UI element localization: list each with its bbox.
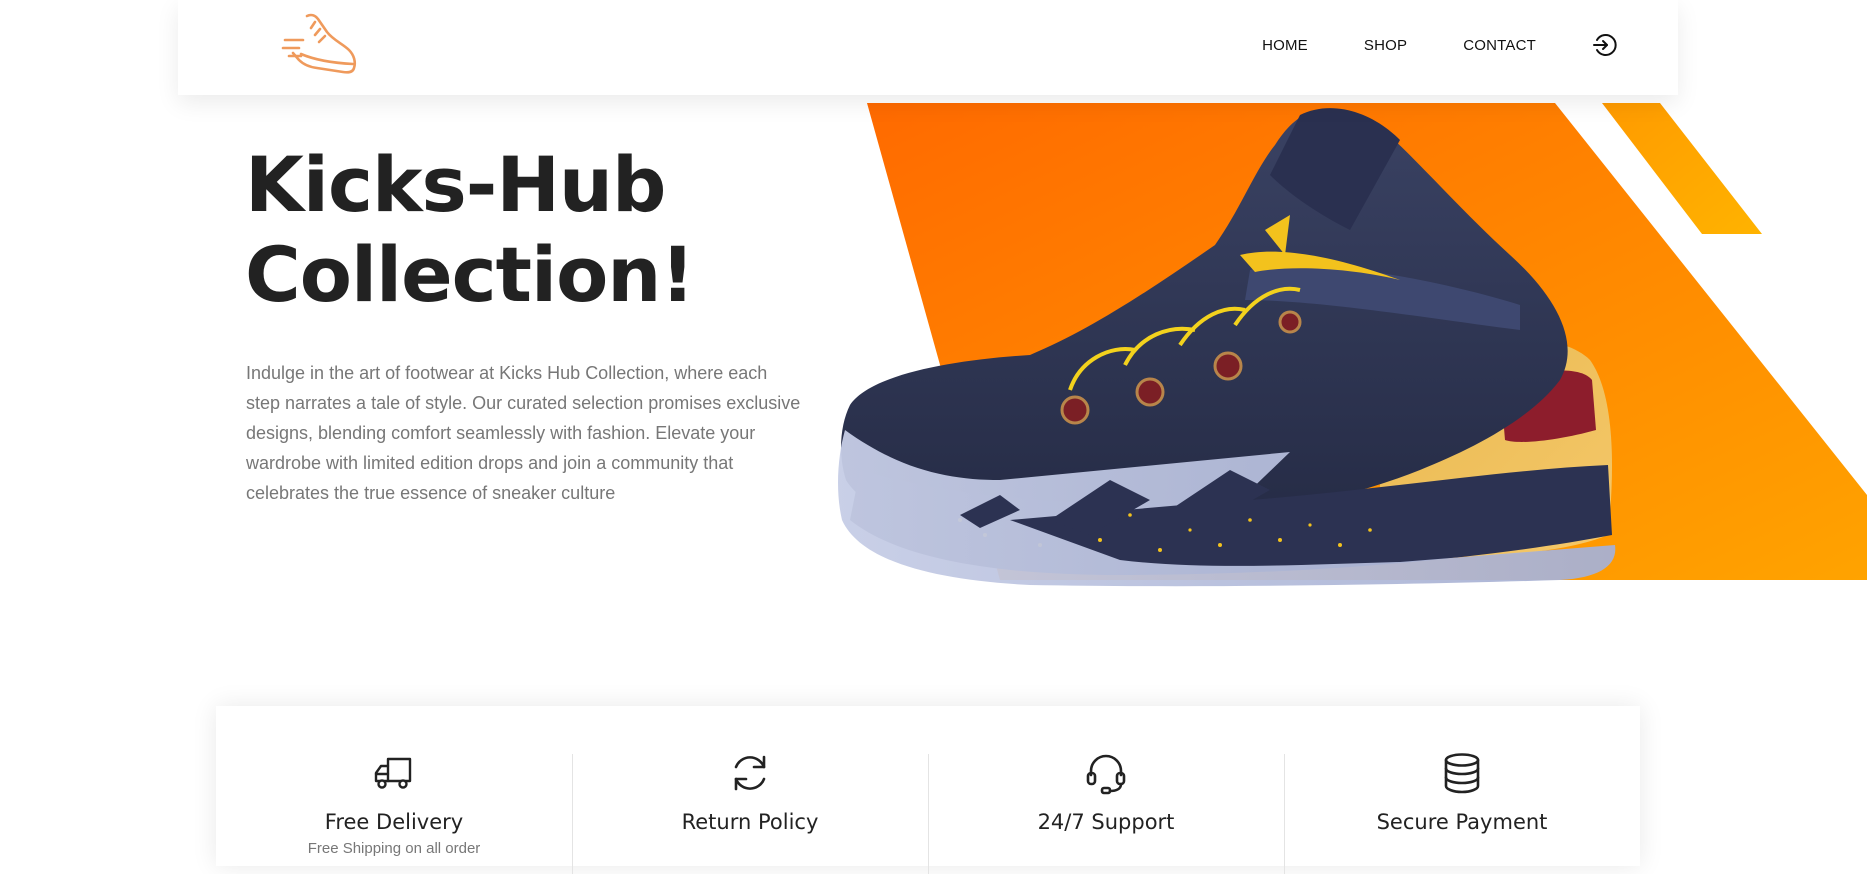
- nav-contact-link[interactable]: CONTACT: [1463, 37, 1536, 54]
- nav-shop-link[interactable]: SHOP: [1364, 37, 1407, 54]
- feature-title: Return Policy: [681, 810, 819, 834]
- refresh-icon: [734, 755, 766, 791]
- nav-home-link[interactable]: HOME: [1262, 37, 1308, 54]
- feature-support: 24/7 Support: [928, 706, 1284, 874]
- feature-return-policy: Return Policy: [572, 706, 928, 874]
- headset-icon: [1086, 754, 1126, 795]
- truck-icon: [374, 757, 412, 789]
- feature-secure-payment: Secure Payment: [1284, 706, 1640, 874]
- features-bar: Free Delivery Free Shipping on all order…: [216, 706, 1640, 874]
- nav-menu: HOME SHOP CONTACT: [1262, 0, 1678, 90]
- login-icon[interactable]: [1592, 32, 1618, 58]
- coins-icon: [1444, 753, 1480, 794]
- feature-subtitle: Free Shipping on all order: [307, 840, 481, 857]
- running-shoe-icon[interactable]: [281, 10, 357, 80]
- feature-free-delivery: Free Delivery Free Shipping on all order: [216, 706, 572, 866]
- feature-title: Free Delivery: [324, 810, 464, 834]
- feature-title: 24/7 Support: [1037, 810, 1175, 834]
- navbar: HOME SHOP CONTACT: [178, 0, 1678, 95]
- feature-title: Secure Payment: [1376, 810, 1548, 834]
